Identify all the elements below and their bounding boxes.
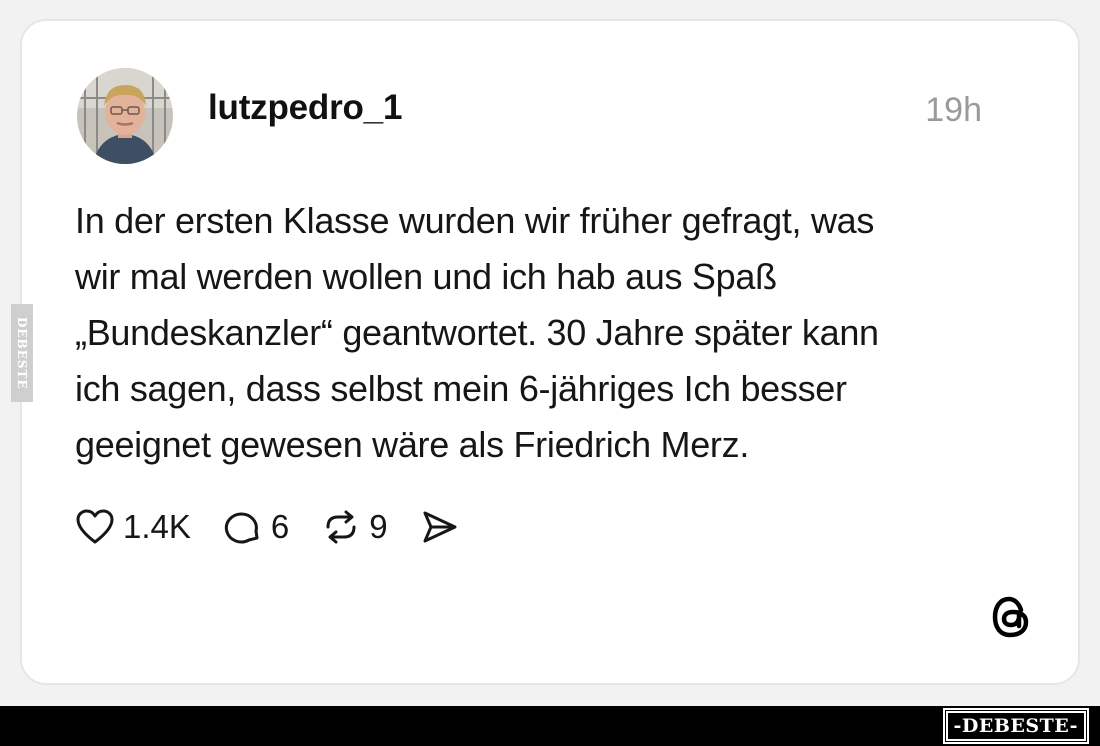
post-text-line: ich sagen, dass selbst mein 6-jähriges I… xyxy=(75,368,847,409)
repost-count: 9 xyxy=(369,508,388,545)
post-text-line: „Bundeskanzler“ geantwortet. 30 Jahre sp… xyxy=(75,312,879,353)
side-watermark: DEBESTE xyxy=(11,304,33,402)
bottom-bar: -DEBESTE- xyxy=(0,706,1100,746)
repost-arrows-icon xyxy=(321,508,361,546)
repost-button[interactable]: 9 xyxy=(321,508,388,546)
post-text-line: In der ersten Klasse wurden wir früher g… xyxy=(75,200,875,241)
post-text-line: geeignet gewesen wäre als Friedrich Merz… xyxy=(75,424,750,465)
side-watermark-text: DEBESTE xyxy=(15,316,29,390)
send-icon xyxy=(420,508,460,546)
post-text-line: wir mal werden wollen und ich hab aus Sp… xyxy=(75,256,777,297)
like-button[interactable]: 1.4K xyxy=(75,508,191,546)
post-body: In der ersten Klasse wurden wir früher g… xyxy=(75,193,1035,473)
heart-icon xyxy=(75,508,115,546)
post-card: lutzpedro_1 19h In der ersten Klasse wur… xyxy=(20,19,1080,685)
username[interactable]: lutzpedro_1 xyxy=(208,88,402,128)
speech-bubble-icon xyxy=(223,508,263,546)
comment-count: 6 xyxy=(270,508,290,545)
bottom-watermark: -DEBESTE- xyxy=(944,710,1088,742)
post-actions: 1.4K 6 9 xyxy=(75,505,492,549)
like-count: 1.4K xyxy=(123,508,191,545)
comment-button[interactable]: 6 xyxy=(223,508,289,546)
share-button[interactable] xyxy=(420,508,460,546)
threads-logo-icon xyxy=(988,593,1036,641)
avatar[interactable] xyxy=(77,68,173,164)
post-timestamp: 19h xyxy=(925,91,982,129)
